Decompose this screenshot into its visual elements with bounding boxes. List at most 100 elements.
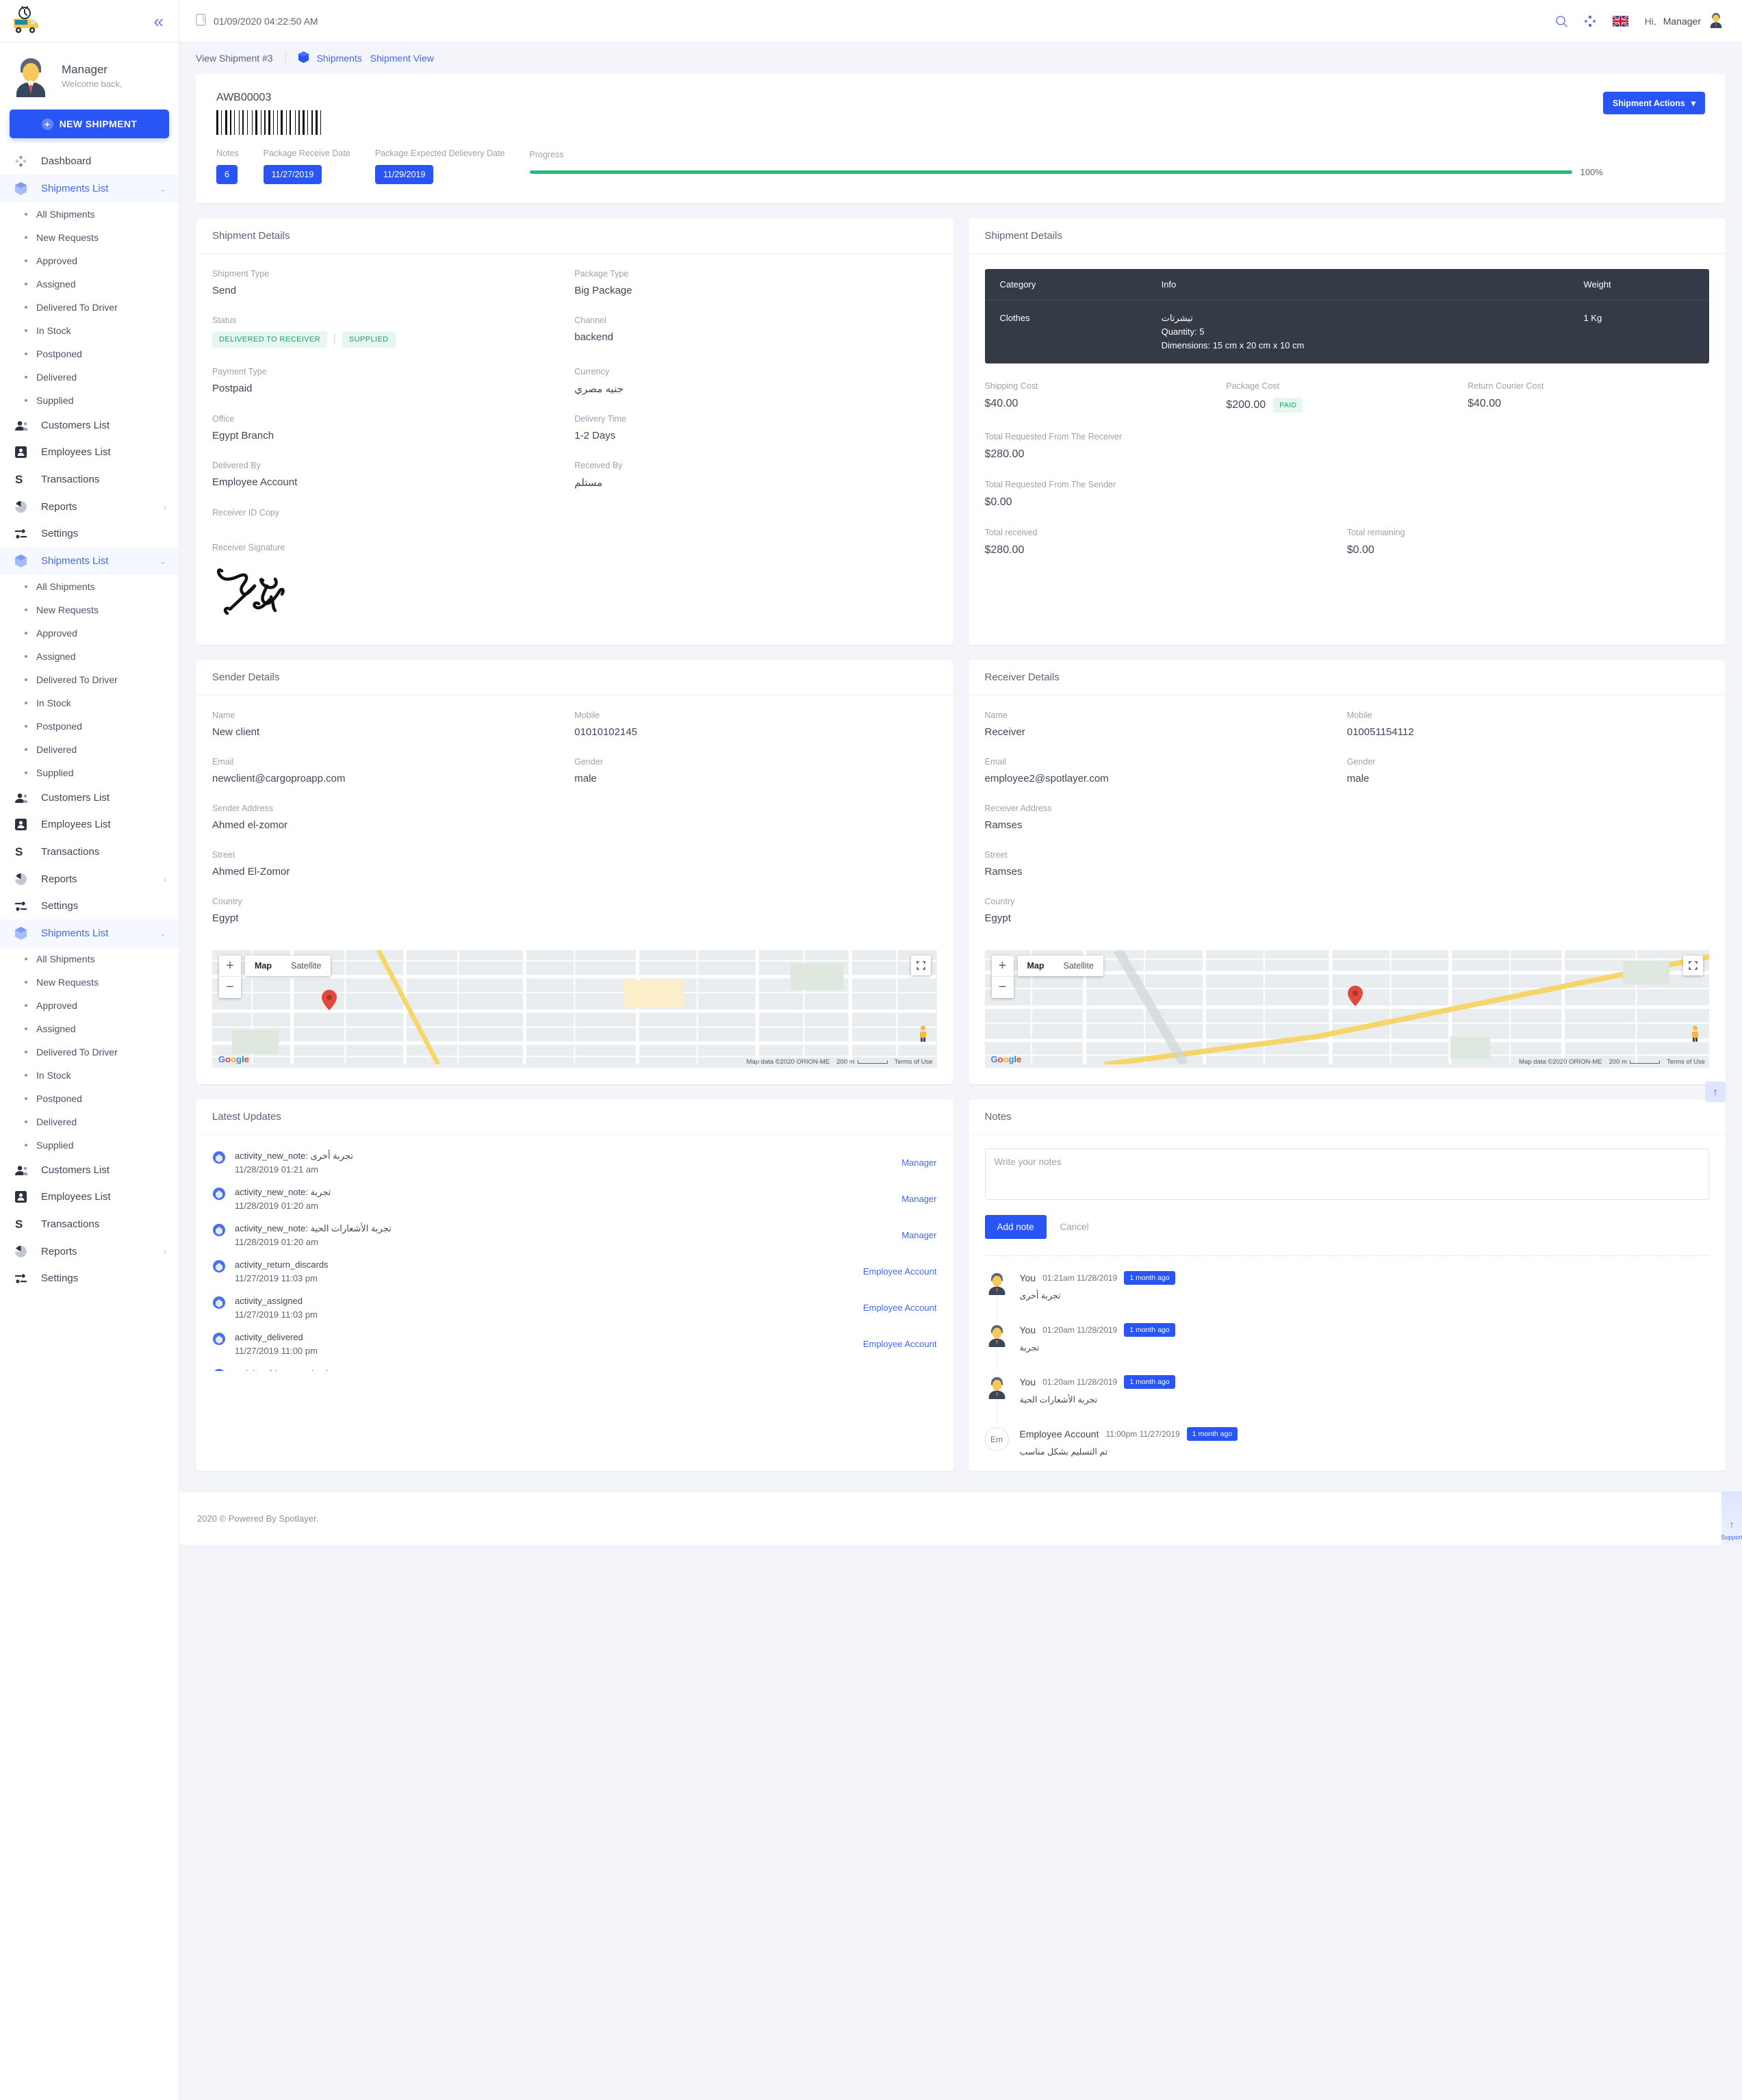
sender-map[interactable]: + − Map Satellite Google Map data ©2020 … xyxy=(212,950,937,1068)
sidebar-subitem-postponed[interactable]: Postponed xyxy=(0,342,179,366)
sidebar-subitem-supplied[interactable]: Supplied xyxy=(0,389,179,412)
map-fullscreen-icon[interactable] xyxy=(1683,956,1703,975)
sidebar-item-shipments-list[interactable]: Shipments List ⌄ xyxy=(0,919,179,947)
street-view-pegman-icon[interactable] xyxy=(1689,1025,1701,1045)
map-fullscreen-icon[interactable] xyxy=(910,956,931,975)
map-zoom-in-icon[interactable]: + xyxy=(219,956,241,977)
update-author[interactable]: Employee Account xyxy=(863,1331,937,1349)
sidebar-subitem-approved[interactable]: Approved xyxy=(0,994,179,1017)
sidebar-subitem-assigned[interactable]: Assigned xyxy=(0,272,179,296)
sidebar-item-dashboard[interactable]: Dashboard xyxy=(0,148,179,175)
receiver-map-type-switch[interactable]: Map Satellite xyxy=(1017,956,1103,976)
sidebar-subitem-in-stock[interactable]: In Stock xyxy=(0,1064,179,1087)
map-terms-link[interactable]: Terms of Use xyxy=(1667,1058,1705,1066)
map-zoom-controls[interactable]: + − xyxy=(991,956,1014,998)
sidebar-subitem-new-requests[interactable]: New Requests xyxy=(0,598,179,622)
scroll-top-button[interactable]: ↑ xyxy=(1705,1081,1726,1102)
breadcrumb-link-shipments[interactable]: Shipments xyxy=(317,53,362,64)
shipment-actions-button[interactable]: Shipment Actions ▾ xyxy=(1602,92,1705,114)
sidebar-collapse-icon[interactable]: « xyxy=(154,12,164,30)
map-type-satellite[interactable]: Satellite xyxy=(281,956,331,976)
sidebar-subitem-assigned[interactable]: Assigned xyxy=(0,645,179,668)
search-icon[interactable] xyxy=(1555,15,1567,27)
sidebar-subitem-delivered-to-driver[interactable]: Delivered To Driver xyxy=(0,296,179,319)
shipments-box-icon xyxy=(298,51,309,65)
sidebar-item-shipments-list[interactable]: Shipments List ⌄ xyxy=(0,547,179,575)
sidebar-item-customers-list[interactable]: Customers List xyxy=(0,1157,179,1183)
user-menu[interactable]: Hi, Manager xyxy=(1645,12,1724,30)
sidebar-item-customers-list[interactable]: Customers List xyxy=(0,784,179,811)
map-zoom-controls[interactable]: + − xyxy=(219,956,241,998)
sidebar-item-employees-list[interactable]: Employees List xyxy=(0,811,179,838)
update-time: 11/27/2019 11:03 pm xyxy=(235,1272,318,1283)
support-tab[interactable]: ↑ Support xyxy=(1721,1491,1742,1545)
sidebar-subitem-all-shipments[interactable]: All Shipments xyxy=(0,575,179,598)
sidebar-subitem-supplied[interactable]: Supplied xyxy=(0,761,179,784)
map-type-satellite[interactable]: Satellite xyxy=(1054,956,1103,976)
map-terms-link[interactable]: Terms of Use xyxy=(895,1058,933,1066)
sidebar-item-reports[interactable]: Reports › xyxy=(0,1238,179,1265)
sidebar-item-customers-list[interactable]: Customers List xyxy=(0,412,179,439)
uk-flag-icon[interactable] xyxy=(1612,15,1628,27)
sidebar-subitem-postponed[interactable]: Postponed xyxy=(0,1087,179,1110)
sidebar-subitem-approved[interactable]: Approved xyxy=(0,622,179,645)
map-zoom-out-icon[interactable]: − xyxy=(992,977,1014,998)
receive-date-value[interactable]: 11/27/2019 xyxy=(263,165,322,184)
sidebar-subitem-supplied[interactable]: Supplied xyxy=(0,1134,179,1157)
map-zoom-out-icon[interactable]: − xyxy=(219,977,241,998)
map-type-map[interactable]: Map xyxy=(1018,956,1054,976)
update-author[interactable]: Employee Account xyxy=(863,1367,937,1371)
sender-map-type-switch[interactable]: Map Satellite xyxy=(245,956,331,976)
sidebar-item-reports[interactable]: Reports › xyxy=(0,494,179,520)
field-label: Email xyxy=(212,757,234,767)
update-author[interactable]: Manager xyxy=(901,1222,936,1240)
sidebar-subitem-new-requests[interactable]: New Requests xyxy=(0,971,179,994)
breadcrumb-link-shipment-view[interactable]: Shipment View xyxy=(370,53,434,64)
receiver-map[interactable]: + − Map Satellite Google Map data ©2020 … xyxy=(984,950,1709,1068)
field-label: Gender xyxy=(574,757,603,767)
sidebar-subitem-all-shipments[interactable]: All Shipments xyxy=(0,203,179,226)
expected-date-value[interactable]: 11/29/2019 xyxy=(374,165,434,184)
update-author[interactable]: Employee Account xyxy=(863,1294,937,1313)
update-author[interactable]: Manager xyxy=(901,1149,936,1168)
sidebar-item-transactions[interactable]: S Transactions xyxy=(0,465,179,494)
sidebar-subitem-delivered-to-driver[interactable]: Delivered To Driver xyxy=(0,1040,179,1064)
sidebar-subitem-assigned[interactable]: Assigned xyxy=(0,1017,179,1040)
bullet-icon xyxy=(25,1051,27,1053)
sidebar-item-transactions[interactable]: S Transactions xyxy=(0,1210,179,1238)
sidebar-item-shipments-list[interactable]: Shipments List ⌄ xyxy=(0,175,179,203)
add-note-button[interactable]: Add note xyxy=(984,1215,1047,1239)
sidebar-item-settings[interactable]: Settings xyxy=(0,1265,179,1292)
map-type-map[interactable]: Map xyxy=(245,956,281,976)
notes-count-badge[interactable]: 6 xyxy=(216,165,238,184)
apps-icon[interactable] xyxy=(1584,15,1596,27)
street-view-pegman-icon[interactable] xyxy=(917,1025,929,1045)
sidebar-item-transactions[interactable]: S Transactions xyxy=(0,838,179,866)
sidebar-subitem-delivered[interactable]: Delivered xyxy=(0,738,179,761)
sidebar-subitem-in-stock[interactable]: In Stock xyxy=(0,691,179,715)
sidebar-subitem-label: Approved xyxy=(36,628,77,639)
sidebar-subitem-delivered[interactable]: Delivered xyxy=(0,1110,179,1134)
sidebar-subitem-new-requests[interactable]: New Requests xyxy=(0,226,179,249)
field-name: Name Receiver xyxy=(985,710,1347,738)
sidebar-item-settings[interactable]: Settings xyxy=(0,893,179,919)
sidebar-subitem-all-shipments[interactable]: All Shipments xyxy=(0,947,179,971)
cancel-note-button[interactable]: Cancel xyxy=(1060,1222,1089,1232)
map-zoom-in-icon[interactable]: + xyxy=(991,956,1014,977)
notes-input[interactable] xyxy=(984,1149,1709,1200)
new-shipment-button[interactable]: + NEW SHIPMENT xyxy=(10,110,169,138)
sidebar-item-settings[interactable]: Settings xyxy=(0,520,179,547)
sidebar-item-employees-list[interactable]: Employees List xyxy=(0,1183,179,1210)
sidebar-subitem-delivered-to-driver[interactable]: Delivered To Driver xyxy=(0,668,179,691)
map-data-text: Map data ©2020 ORION-ME xyxy=(1519,1058,1602,1066)
sidebar-subitem-postponed[interactable]: Postponed xyxy=(0,715,179,738)
update-author[interactable]: Employee Account xyxy=(863,1258,937,1277)
sidebar-subitem-in-stock[interactable]: In Stock xyxy=(0,319,179,342)
bullet-icon xyxy=(25,259,27,262)
update-item: activity_new_note: تجربة أخرى 11/28/2019 … xyxy=(212,1147,937,1183)
update-author[interactable]: Manager xyxy=(901,1186,936,1204)
sidebar-subitem-approved[interactable]: Approved xyxy=(0,249,179,272)
sidebar-item-reports[interactable]: Reports › xyxy=(0,866,179,893)
sidebar-item-employees-list[interactable]: Employees List xyxy=(0,439,179,465)
sidebar-subitem-delivered[interactable]: Delivered xyxy=(0,366,179,389)
